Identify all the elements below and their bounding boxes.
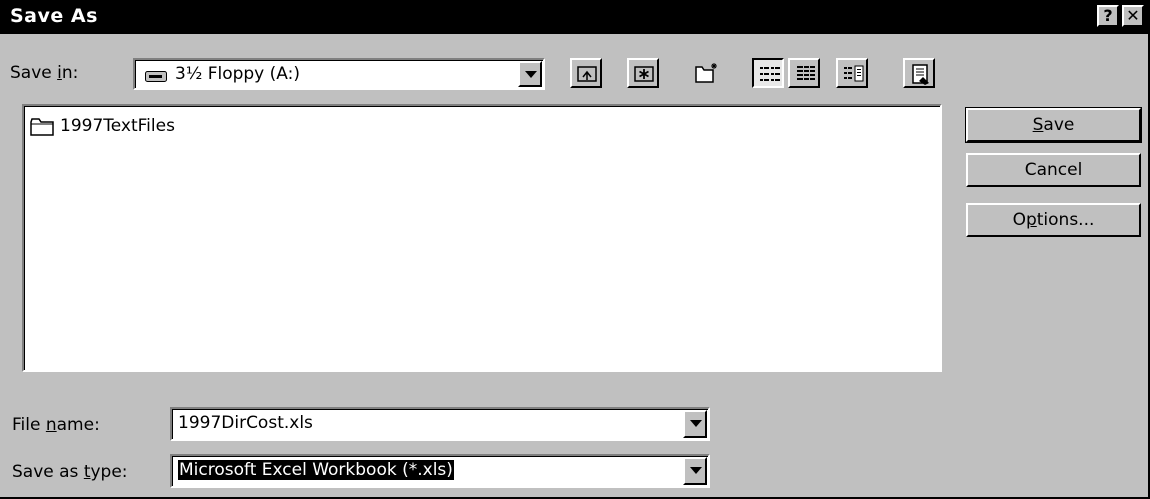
help-button[interactable]: ? <box>1097 5 1119 27</box>
close-button[interactable]: ✕ <box>1122 5 1144 27</box>
file-name-label: File name: <box>12 415 100 435</box>
save-in-value: 3½ Floppy (A:) <box>175 64 300 84</box>
file-list[interactable]: 1997TextFiles <box>22 104 942 372</box>
dialog-title: Save As <box>10 5 98 27</box>
list-view-button[interactable] <box>752 58 784 88</box>
folder-icon <box>30 118 54 136</box>
details-view-button[interactable] <box>788 58 820 88</box>
title-bar[interactable]: Save As ? ✕ <box>0 0 1150 34</box>
cancel-button[interactable]: Cancel <box>966 153 1141 187</box>
properties-view-button[interactable] <box>836 58 868 88</box>
favorites-icon <box>634 66 654 82</box>
save-in-dropdown[interactable]: 3½ Floppy (A:) <box>133 58 545 90</box>
up-one-level-button[interactable] <box>570 58 602 88</box>
create-new-folder-button[interactable] <box>690 58 722 88</box>
file-name-label: 1997TextFiles <box>60 116 175 136</box>
list-view-icon <box>760 67 780 81</box>
save-button[interactable]: Save <box>965 107 1142 143</box>
chevron-down-icon <box>525 71 537 78</box>
new-folder-icon <box>695 63 717 83</box>
up-folder-icon <box>577 66 597 82</box>
details-view-icon <box>797 66 815 80</box>
chevron-down-icon <box>690 467 702 474</box>
properties-view-icon <box>844 65 864 82</box>
options-button[interactable]: Options... <box>966 203 1141 237</box>
chevron-down-icon <box>690 420 702 427</box>
commands-settings-button[interactable] <box>903 58 935 88</box>
save-as-type-value: Microsoft Excel Workbook (*.xls) <box>177 459 455 481</box>
save-as-type-label: Save as type: <box>12 462 128 482</box>
file-name-dropdown-button[interactable] <box>683 410 707 438</box>
commands-icon <box>912 64 929 85</box>
save-in-label: Save in: <box>10 63 79 83</box>
save-as-dialog: Save As ? ✕ Save in: 3½ Floppy (A:) 1997… <box>0 0 1150 499</box>
file-name-input[interactable]: 1997DirCost.xls <box>170 407 710 441</box>
floppy-drive-icon <box>145 68 167 87</box>
save-as-type-dropdown[interactable]: Microsoft Excel Workbook (*.xls) <box>170 454 710 488</box>
save-in-dropdown-button[interactable] <box>518 61 542 87</box>
look-in-favorites-button[interactable] <box>627 58 659 88</box>
save-as-type-dropdown-button[interactable] <box>683 457 707 485</box>
file-name-value[interactable]: 1997DirCost.xls <box>178 413 313 433</box>
